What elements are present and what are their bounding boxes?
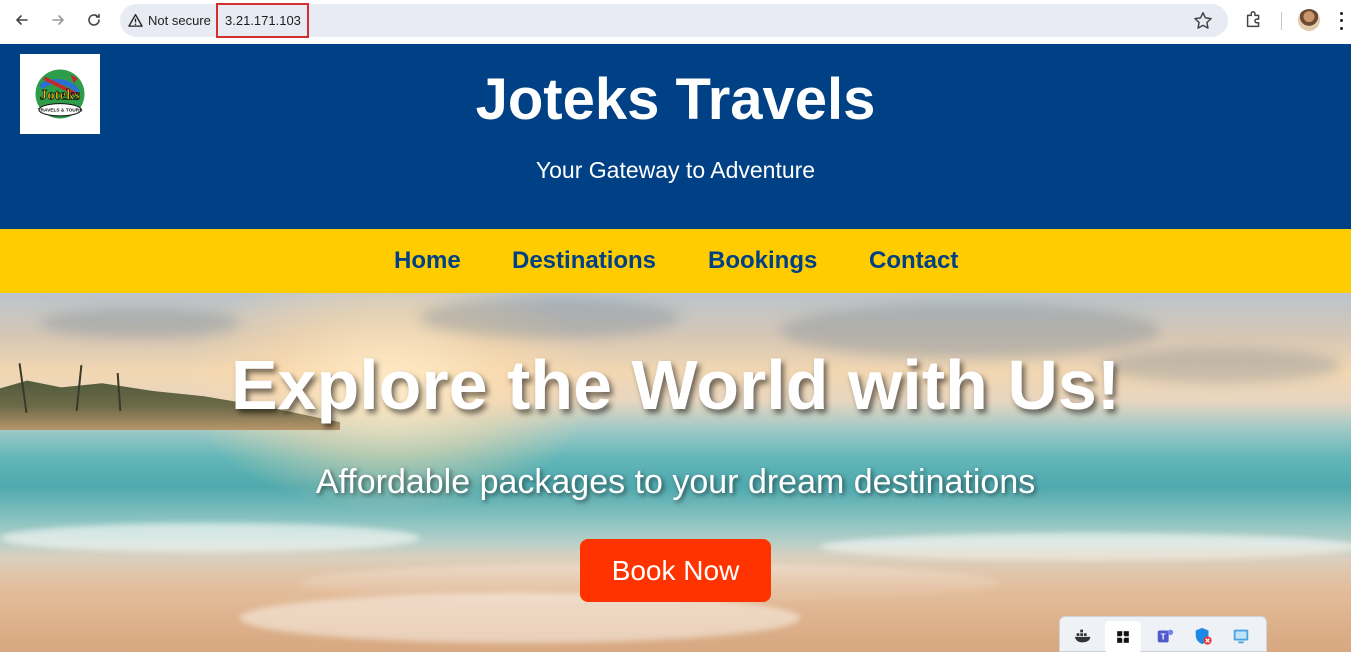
url-text[interactable]: 3.21.171.103	[216, 3, 309, 38]
taskbar-tray: T	[1059, 616, 1267, 652]
back-arrow-icon[interactable]	[8, 6, 36, 34]
forward-arrow-icon[interactable]	[44, 6, 72, 34]
book-now-button[interactable]: Book Now	[580, 539, 771, 602]
nav-link-contact[interactable]: Contact	[869, 247, 958, 275]
profile-avatar[interactable]	[1298, 9, 1320, 31]
security-label: Not secure	[148, 12, 211, 28]
nav-link-destinations[interactable]: Destinations	[512, 247, 656, 275]
nav-link-bookings[interactable]: Bookings	[708, 247, 817, 275]
extensions-icon[interactable]	[1243, 9, 1265, 31]
network-icon[interactable]	[1230, 625, 1252, 647]
hero-title: Explore the World with Us!	[230, 346, 1121, 424]
reload-icon[interactable]	[80, 6, 108, 34]
teams-icon[interactable]: T	[1154, 625, 1176, 647]
hero-subtitle: Affordable packages to your dream destin…	[315, 463, 1036, 501]
defender-icon[interactable]	[1192, 625, 1214, 647]
star-icon[interactable]	[1192, 10, 1214, 32]
app-grid-icon[interactable]	[1105, 621, 1141, 652]
nav-link-home[interactable]: Home	[394, 247, 461, 275]
menu-icon[interactable]	[1334, 10, 1348, 32]
svg-text:T: T	[1161, 633, 1166, 642]
toolbar-divider	[1281, 12, 1282, 30]
site-header: Joteks TRAVELS & TOURS Joteks Travels Yo…	[0, 44, 1351, 229]
hero-section: Explore the World with Us! Affordable pa…	[0, 293, 1351, 652]
docker-icon[interactable]	[1072, 625, 1094, 647]
site-security-indicator[interactable]: Not secure	[128, 11, 211, 29]
site-tagline: Your Gateway to Adventure	[535, 157, 816, 183]
warning-icon	[128, 13, 143, 27]
browser-toolbar: Not secure 3.21.171.103	[0, 0, 1351, 44]
site-title: Joteks Travels	[475, 67, 876, 132]
main-nav: Home Destinations Bookings Contact	[0, 229, 1351, 293]
